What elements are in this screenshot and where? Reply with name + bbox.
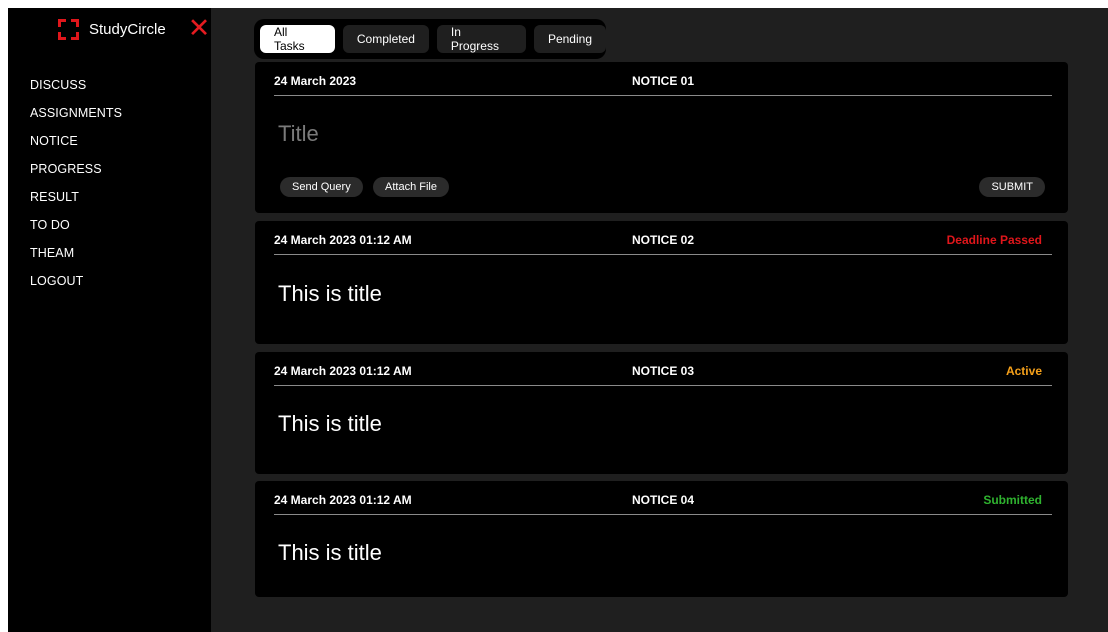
attach-file-button[interactable]: Attach File: [373, 177, 449, 197]
notice-title: This is title: [278, 540, 382, 565]
card-header: 24 March 2023 01:12 AM NOTICE 04 Submitt…: [274, 493, 1052, 515]
status-badge: Active: [1005, 364, 1042, 378]
sidebar-item-logout[interactable]: LOGOUT: [30, 270, 122, 298]
notice-number: NOTICE 02: [631, 233, 694, 247]
submit-button[interactable]: SUBMIT: [979, 177, 1045, 197]
sidebar-item-notice[interactable]: NOTICE: [30, 130, 122, 158]
notice-number: NOTICE 01: [631, 74, 694, 88]
sidebar-item-assignments[interactable]: ASSIGNMENTS: [30, 102, 122, 130]
status-badge: Deadline Passed: [946, 233, 1042, 247]
notice-card[interactable]: 24 March 2023 01:12 AM NOTICE 03 Active …: [255, 352, 1068, 474]
notice-card[interactable]: 24 March 2023 01:12 AM NOTICE 04 Submitt…: [255, 481, 1068, 597]
sidebar-nav: DISCUSS ASSIGNMENTS NOTICE PROGRESS RESU…: [30, 74, 122, 298]
sidebar-item-progress[interactable]: PROGRESS: [30, 158, 122, 186]
sidebar-item-theam[interactable]: THEAM: [30, 242, 122, 270]
close-icon[interactable]: ✕: [187, 15, 211, 42]
send-query-button[interactable]: Send Query: [280, 177, 363, 197]
tab-all-tasks[interactable]: All Tasks: [260, 25, 335, 53]
sidebar-item-result[interactable]: RESULT: [30, 186, 122, 214]
notice-card[interactable]: 24 March 2023 01:12 AM NOTICE 02 Deadlin…: [255, 221, 1068, 344]
task-filter-tabs: All Tasks Completed In Progress Pending: [254, 19, 606, 59]
notice-title: This is title: [278, 281, 382, 306]
notice-number: NOTICE 04: [631, 493, 694, 507]
notice-number: NOTICE 03: [631, 364, 694, 378]
frame-corners-icon: [58, 18, 79, 40]
notice-title: This is title: [278, 411, 382, 436]
card-header: 24 March 2023 01:12 AM NOTICE 02 Deadlin…: [274, 233, 1052, 255]
card-header: 24 March 2023 NOTICE 01: [274, 74, 1052, 96]
sidebar-item-discuss[interactable]: DISCUSS: [30, 74, 122, 102]
status-badge: Submitted: [983, 493, 1042, 507]
sidebar: StudyCircle ✕ DISCUSS ASSIGNMENTS NOTICE…: [8, 8, 211, 632]
brand: StudyCircle: [58, 17, 166, 41]
notice-card-compose: 24 March 2023 NOTICE 01 Send Query Attac…: [255, 62, 1068, 213]
tab-completed[interactable]: Completed: [342, 25, 429, 53]
tab-in-progress[interactable]: In Progress: [436, 25, 526, 53]
card-header: 24 March 2023 01:12 AM NOTICE 03 Active: [274, 364, 1052, 386]
brand-name: StudyCircle: [89, 20, 166, 38]
sidebar-item-todo[interactable]: TO DO: [30, 214, 122, 242]
tab-pending[interactable]: Pending: [533, 25, 606, 53]
title-input[interactable]: [278, 119, 778, 149]
